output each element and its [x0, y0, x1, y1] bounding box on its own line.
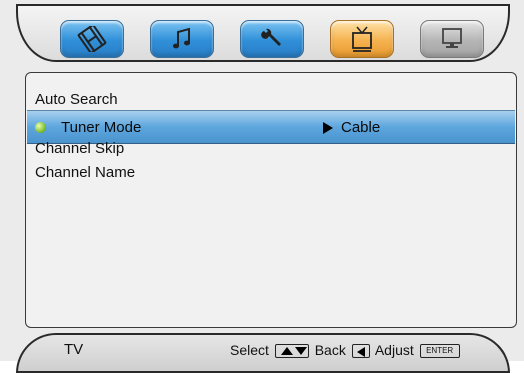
- adjust-hint-label: Adjust: [374, 342, 414, 358]
- back-hint-label: Back: [314, 342, 346, 358]
- menu-item-channel-skip[interactable]: Channel Skip: [35, 138, 124, 160]
- current-mode-label: TV: [64, 341, 84, 358]
- menu-item-channel-name[interactable]: Channel Name: [35, 162, 135, 184]
- tv-icon: [352, 26, 372, 52]
- music-note-icon: [173, 27, 190, 49]
- tab-audio[interactable]: [150, 20, 214, 58]
- tab-pc[interactable]: [420, 20, 484, 58]
- enter-key-icon: ENTER: [419, 344, 460, 359]
- menu-item-label: Channel Name: [35, 164, 136, 181]
- tab-picture[interactable]: [60, 20, 124, 58]
- tab-tv[interactable]: [330, 20, 394, 58]
- left-key-icon: [351, 344, 370, 359]
- tuner-mode-value[interactable]: Cable: [341, 111, 380, 145]
- select-hint-label: Select: [230, 342, 269, 358]
- menu-item-auto-search[interactable]: Auto Search: [35, 89, 118, 111]
- category-tab-bar: [16, 4, 510, 62]
- wrench-icon: [261, 28, 281, 46]
- play-arrow-icon: [323, 122, 333, 134]
- tab-setup[interactable]: [240, 20, 304, 58]
- film-icon: [77, 26, 107, 52]
- menu-item-label: Channel Skip: [35, 140, 125, 157]
- menu-item-label: Auto Search: [35, 91, 118, 108]
- monitor-icon: [442, 28, 462, 48]
- control-hints: Select Back Adjust ENTER: [230, 342, 462, 359]
- selection-indicator-icon: [35, 122, 46, 133]
- up-down-key-icon: [274, 344, 309, 359]
